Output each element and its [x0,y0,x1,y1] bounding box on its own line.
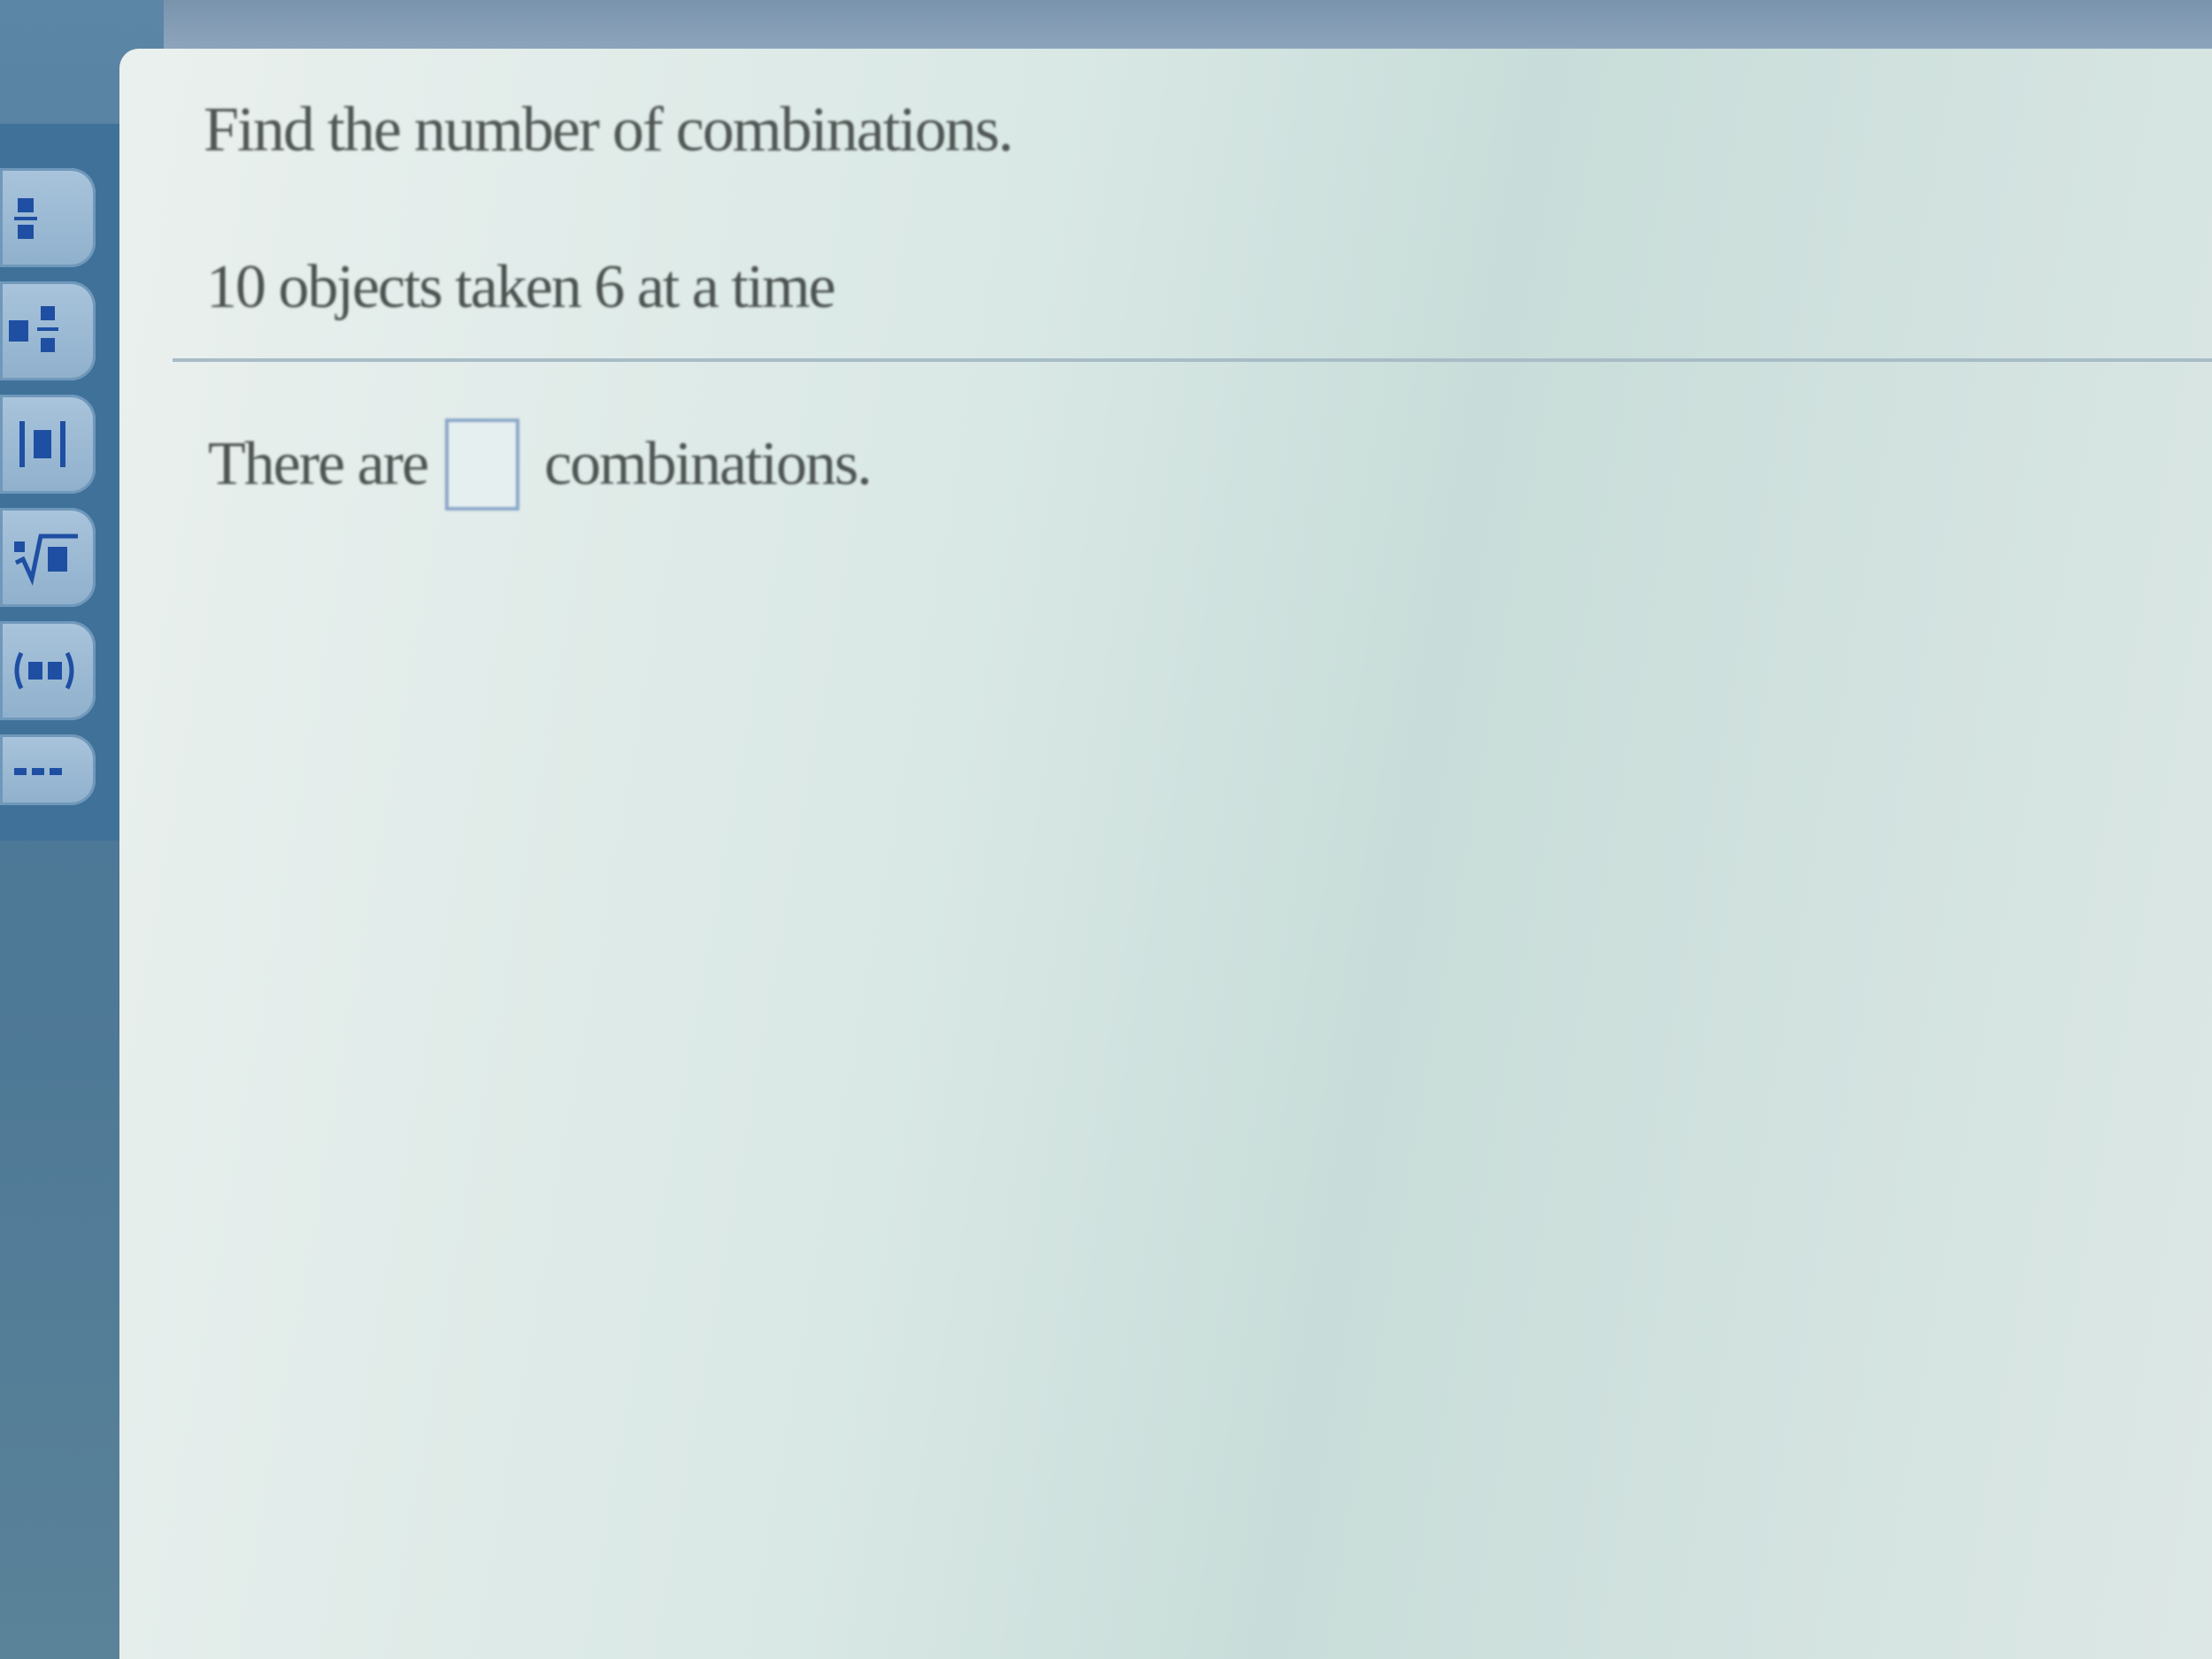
answer-statement: There are combinations. [208,416,872,513]
nth-root-icon [14,534,78,586]
mixed-number-icon [9,306,58,352]
more-tools-button[interactable] [0,734,96,805]
answer-suffix: combinations. [544,430,872,498]
absolute-value-tool-button[interactable] [0,395,96,494]
question-panel: Find the number of combinations. 10 obje… [119,49,2212,1659]
top-bar [0,0,2212,53]
more-icon [14,768,62,775]
absolute-value-icon [19,421,65,467]
divider [173,358,2212,362]
question-prompt: 10 objects taken 6 at a time [206,253,836,321]
decimal-icon [14,651,74,690]
answer-prefix: There are [208,430,429,498]
fraction-tool-button[interactable] [0,168,96,267]
question-instruction: Find the number of combinations. [204,94,1014,165]
answer-input[interactable] [445,419,520,511]
nth-root-tool-button[interactable] [0,508,96,607]
decimal-tool-button[interactable] [0,621,96,720]
fraction-icon [14,198,37,239]
mixed-number-tool-button[interactable] [0,281,96,380]
